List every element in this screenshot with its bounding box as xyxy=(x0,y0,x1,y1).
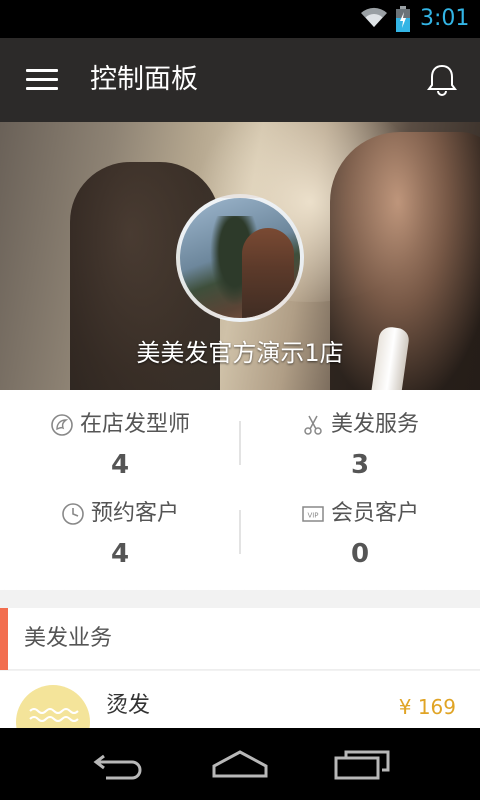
store-avatar[interactable] xyxy=(176,194,304,322)
stat-value: 4 xyxy=(110,539,130,569)
stat-value: 4 xyxy=(110,450,130,480)
home-icon xyxy=(212,750,268,778)
stat-label-row: 预约客户 xyxy=(0,499,240,529)
store-hero-banner: 美美发官方演示1店 xyxy=(0,122,480,390)
avatar-figure xyxy=(242,228,294,318)
section-header: 美发业务 xyxy=(0,608,480,670)
stat-services[interactable]: 美发服务 3 xyxy=(240,398,480,488)
perm-wave-icon xyxy=(29,708,79,722)
recent-apps-button[interactable] xyxy=(322,742,402,786)
stat-label: 预约客户 xyxy=(90,501,179,526)
recent-apps-icon xyxy=(334,750,390,780)
page-title: 控制面板 xyxy=(90,64,198,95)
bell-icon xyxy=(427,64,457,96)
notification-button[interactable] xyxy=(420,60,464,100)
menu-icon xyxy=(26,69,58,72)
app-bar: 控制面板 xyxy=(0,38,480,122)
stat-label: 在店发型师 xyxy=(79,412,190,437)
perm-icon xyxy=(16,685,90,728)
stat-label: 会员客户 xyxy=(330,501,419,526)
section-accent-bar xyxy=(0,608,8,670)
stat-label-row: 在店发型师 xyxy=(0,410,240,440)
vip-icon: VIP xyxy=(302,506,324,522)
back-button[interactable] xyxy=(80,742,160,786)
stat-appointments[interactable]: 预约客户 4 xyxy=(0,487,240,577)
stat-value: 0 xyxy=(350,539,370,569)
service-price: ¥ 169 xyxy=(398,695,456,719)
stat-label-row: VIP 会员客户 xyxy=(240,499,480,529)
stats-scalloped-edge xyxy=(0,584,480,596)
store-name: 美美发官方演示1店 xyxy=(136,339,344,367)
stat-members[interactable]: VIP 会员客户 0 xyxy=(240,487,480,577)
service-name: 烫发 xyxy=(106,693,151,718)
svg-text:VIP: VIP xyxy=(307,512,318,520)
scissors-icon xyxy=(304,415,322,435)
menu-button[interactable] xyxy=(18,60,62,100)
stat-stylists[interactable]: 在店发型师 4 xyxy=(0,398,240,488)
stat-label: 美发服务 xyxy=(330,412,419,437)
wifi-icon xyxy=(361,7,387,27)
menu-icon-line xyxy=(26,87,58,90)
clock-icon xyxy=(62,503,84,525)
stat-value: 3 xyxy=(350,450,370,480)
battery-icon xyxy=(396,6,410,32)
system-nav-bar xyxy=(0,728,480,800)
stat-label-row: 美发服务 xyxy=(240,410,480,440)
status-time: 3:01 xyxy=(420,6,470,31)
status-bar: 3:01 xyxy=(0,0,480,38)
menu-icon-line xyxy=(26,78,58,81)
stats-panel: 在店发型师 4 美发服务 3 预约客户 4 VIP 会员客户 0 xyxy=(0,390,480,596)
stylist-icon xyxy=(51,414,73,436)
section-title: 美发业务 xyxy=(24,626,113,651)
service-list-item[interactable]: 烫发 ¥ 169 xyxy=(0,671,480,728)
home-button[interactable] xyxy=(200,742,280,786)
back-icon xyxy=(93,754,142,780)
